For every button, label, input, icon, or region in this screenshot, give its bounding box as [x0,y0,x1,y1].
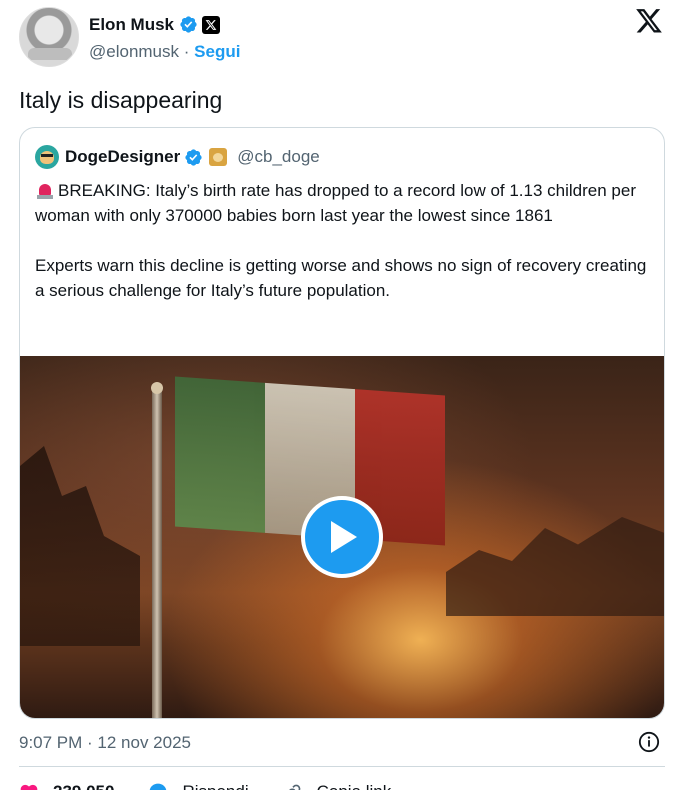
siren-icon [35,181,55,199]
author-handle[interactable]: @elonmusk [89,42,179,61]
quoted-paragraph-1: BREAKING: Italy’s birth rate has dropped… [35,178,651,228]
like-button[interactable]: 239,050 [19,782,114,790]
quoted-tweet[interactable]: DogeDesigner @cb_doge BREAKING: Italy’s … [19,127,665,719]
quoted-tweet-body: BREAKING: Italy’s birth rate has dropped… [35,178,651,303]
tweet-text: Italy is disappearing [19,87,223,113]
author-name[interactable]: Elon Musk [89,15,174,35]
action-bar: 239,050 Rispondi Copia link [19,780,425,790]
quoted-author-name[interactable]: DogeDesigner [65,147,180,167]
tweet-author: Elon Musk @elonmusk · Segui [19,7,240,67]
follow-button[interactable]: Segui [194,42,240,61]
verified-badge-icon [185,148,202,166]
heart-icon [20,784,38,790]
tweet-timestamp[interactable]: 9:07 PM · 12 nov 2025 [19,733,191,753]
quoted-paragraph-2: Experts warn this decline is getting wor… [35,256,647,300]
handle-separator: · [183,41,190,61]
play-button[interactable] [301,496,383,578]
author-avatar[interactable] [19,7,79,67]
video-thumbnail[interactable] [20,356,664,718]
quoted-tweet-header: DogeDesigner @cb_doge [35,144,320,170]
quoted-paragraph-1-text: BREAKING: Italy’s birth rate has dropped… [35,181,636,225]
copy-link-label: Copia link [317,782,392,790]
author-name-row: Elon Musk [89,13,240,37]
ruins-left [20,446,140,646]
divider [19,766,665,767]
like-count: 239,050 [53,782,114,790]
author-handle-row: @elonmusk · Segui [89,42,240,62]
flag-pole [152,388,162,718]
play-icon [331,521,357,553]
author-text: Elon Musk @elonmusk · Segui [89,13,240,62]
x-affiliation-icon [202,15,221,34]
x-logo-icon[interactable] [635,9,663,35]
reply-icon [150,783,167,790]
doge-affiliation-icon [209,148,228,166]
reply-button[interactable]: Rispondi [148,782,249,790]
link-icon [288,784,300,790]
copy-link-button[interactable]: Copia link [283,782,392,790]
flag-pole-top [151,382,163,394]
quoted-author-handle[interactable]: @cb_doge [237,147,320,167]
reply-label: Rispondi [182,782,248,790]
verified-badge-icon [180,16,197,33]
info-icon[interactable] [638,731,660,753]
quoted-author-avatar[interactable] [35,145,59,169]
ruins-right [446,517,664,616]
